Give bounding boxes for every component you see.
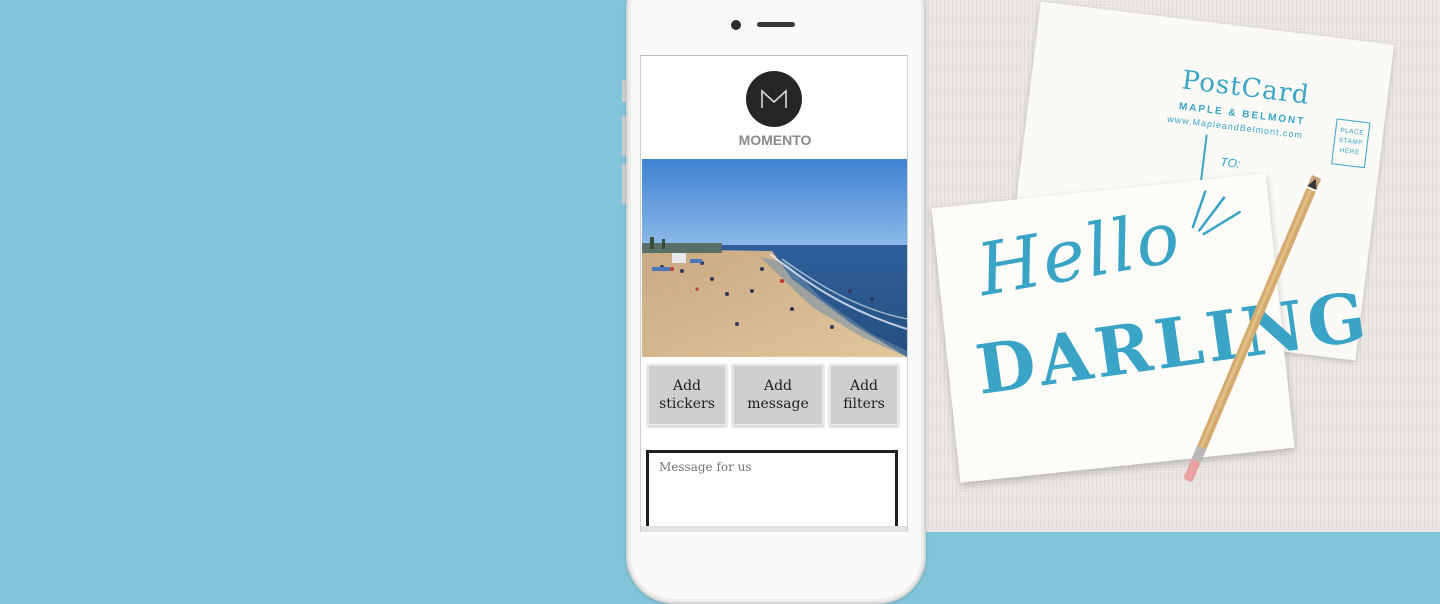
brand-name: MOMENTO: [738, 132, 812, 148]
postcard-stamp-box: PLACE STAMP HERE: [1331, 118, 1371, 169]
app-screen: MOMENTO Add stickers Add message Add fil…: [640, 55, 908, 532]
beach-photo: [642, 159, 907, 357]
earpiece-speaker: [757, 22, 795, 27]
front-camera: [731, 20, 741, 30]
postcard-hello-text: Hello: [971, 193, 1188, 313]
momento-logo[interactable]: [746, 71, 802, 127]
message-input[interactable]: [646, 450, 898, 532]
add-filters-button[interactable]: Add filters: [829, 364, 899, 426]
add-message-button[interactable]: Add message: [732, 364, 824, 426]
bottom-bar: [641, 526, 907, 532]
hero-background: [0, 0, 640, 532]
postcard-front: Hello DARLING: [931, 173, 1375, 483]
m-monogram-icon: [761, 89, 787, 108]
burst-lines-icon: [1191, 190, 1241, 236]
postcard-to-label: TO:: [1219, 154, 1242, 171]
add-stickers-button[interactable]: Add stickers: [647, 364, 727, 426]
